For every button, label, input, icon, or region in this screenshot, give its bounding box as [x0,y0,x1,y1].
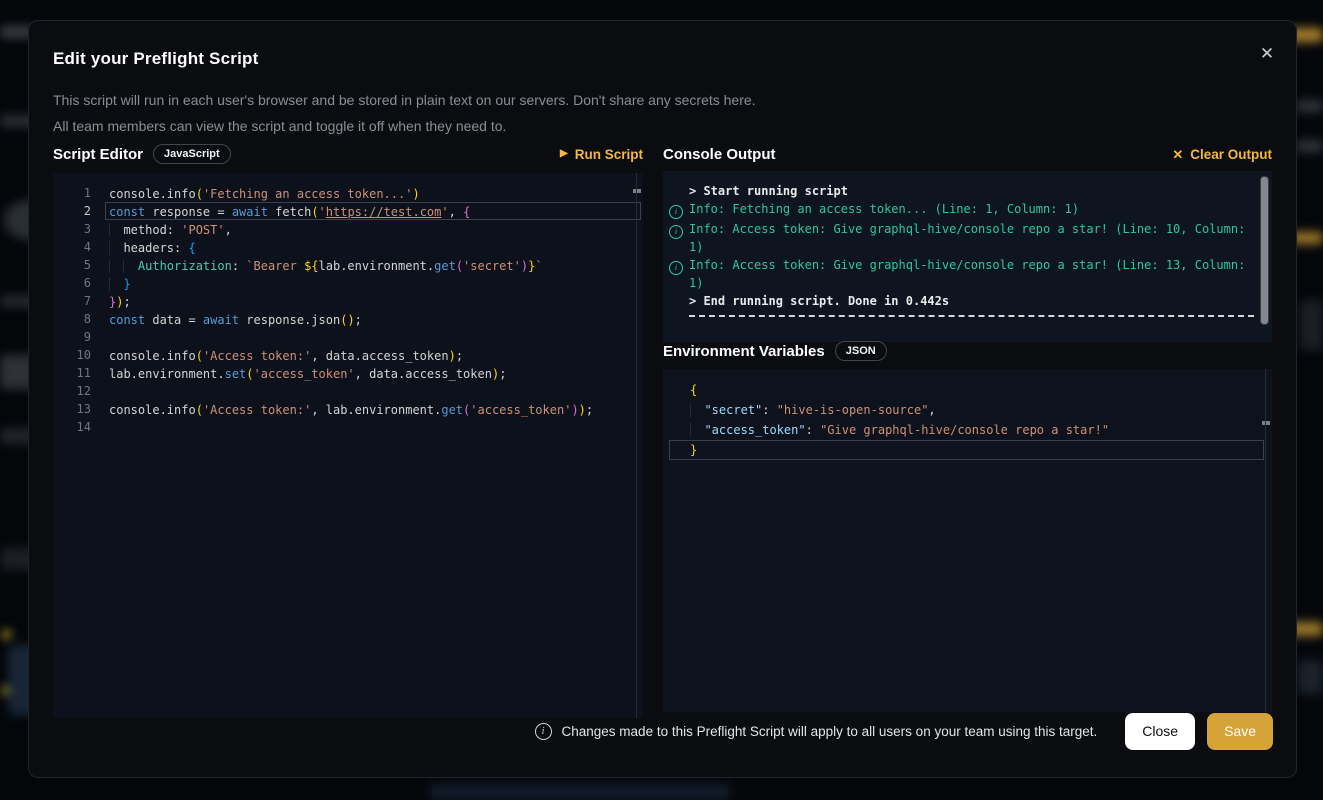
code-line[interactable]: 11lab.environment.set('access_token', da… [53,364,643,382]
backdrop-blob [2,630,11,639]
code-line[interactable]: 9 [53,328,643,346]
line-number: 4 [53,238,91,256]
console-output: > Start running scriptiInfo: Fetching an… [663,171,1272,342]
line-number: 3 [53,220,91,238]
run-script-button[interactable]: ▶ Run Script [560,147,643,162]
code-line[interactable]: 14 [53,418,643,436]
info-icon: i [669,205,683,219]
page: ✕ Edit your Preflight Script This script… [0,0,1323,800]
env-code-line[interactable]: "access_token": "Give graphql-hive/conso… [669,420,1264,440]
line-number: 8 [53,310,91,328]
overview-ruler-mark [1262,421,1270,425]
script-editor[interactable]: 1console.info('Fetching an access token.… [53,173,643,718]
code-line[interactable]: 6 } [53,274,643,292]
script-editor-title: Script Editor [53,146,143,163]
console-separator [689,315,1254,317]
environment-variables-editor[interactable]: { "secret": "hive-is-open-source", "acce… [663,369,1272,712]
info-icon: i [669,261,683,275]
code-line[interactable]: 1console.info('Fetching an access token.… [53,184,643,202]
preflight-script-modal: ✕ Edit your Preflight Script This script… [28,20,1297,778]
line-number: 1 [53,184,91,202]
backdrop-blob [1296,100,1323,112]
clear-output-label: Clear Output [1190,147,1272,162]
line-number: 5 [53,256,91,274]
close-icon[interactable]: ✕ [1256,43,1278,65]
modal-description-line1: This script will run in each user's brow… [53,87,756,113]
clear-output-button[interactable]: ✕ Clear Output [1172,147,1272,162]
backdrop-blob [430,784,730,800]
footer-note: i Changes made to this Preflight Script … [535,723,1098,740]
console-line: > Start running script [663,182,1272,200]
play-icon: ▶ [560,149,568,159]
code-line[interactable]: 4 headers: { [53,238,643,256]
line-number: 13 [53,400,91,418]
environment-variables-header: Environment Variables JSON [663,338,1272,364]
modal-description: This script will run in each user's brow… [53,87,756,139]
backdrop-blob [1298,660,1323,694]
modal-description-line2: All team members can view the script and… [53,113,756,139]
line-number: 6 [53,274,91,292]
run-script-label: Run Script [575,147,643,162]
console-output-header: Console Output ✕ Clear Output [663,141,1272,167]
code-line[interactable]: 5 Authorization: `Bearer ${lab.environme… [53,256,643,274]
code-line[interactable]: 7}); [53,292,643,310]
code-line[interactable]: 3 method: 'POST', [53,220,643,238]
line-number: 2 [53,202,91,220]
line-number: 12 [53,382,91,400]
line-number: 7 [53,292,91,310]
code-line[interactable]: 2const response = await fetch('https://t… [53,202,643,220]
info-icon: i [669,225,683,239]
close-button[interactable]: Close [1125,713,1195,750]
code-line[interactable]: 12 [53,382,643,400]
line-number: 10 [53,346,91,364]
env-code-line[interactable]: { [669,380,1264,400]
line-number: 11 [53,364,91,382]
javascript-badge: JavaScript [153,144,231,164]
save-button[interactable]: Save [1207,713,1273,750]
console-line: iInfo: Fetching an access token... (Line… [663,200,1272,220]
console-line: iInfo: Access token: Give graphql-hive/c… [663,256,1272,292]
scrollbar-track [1265,369,1266,712]
footer-note-text: Changes made to this Preflight Script wi… [562,724,1098,739]
env-code-line[interactable]: "secret": "hive-is-open-source", [669,400,1264,420]
modal-title: Edit your Preflight Script [53,49,258,69]
json-badge: JSON [835,341,887,361]
clear-x-icon: ✕ [1172,148,1183,161]
env-code-line[interactable]: } [669,440,1264,460]
line-number: 9 [53,328,91,346]
code-line[interactable]: 8const data = await response.json(); [53,310,643,328]
code-line[interactable]: 10console.info('Access token:', data.acc… [53,346,643,364]
console-output-title: Console Output [663,146,776,163]
info-icon: i [535,723,552,740]
line-number: 14 [53,418,91,436]
scrollbar-track [636,173,637,718]
environment-variables-title: Environment Variables [663,343,825,360]
backdrop-blob [1300,300,1323,350]
console-line: > End running script. Done in 0.442s [663,292,1272,310]
code-line[interactable]: 13console.info('Access token:', lab.envi… [53,400,643,418]
overview-ruler-mark [633,189,641,193]
console-line: iInfo: Access token: Give graphql-hive/c… [663,220,1272,256]
backdrop-blob [1296,140,1323,152]
modal-footer: i Changes made to this Preflight Script … [53,712,1273,750]
script-editor-header: Script Editor JavaScript ▶ Run Script [53,141,643,167]
console-scrollbar[interactable] [1260,176,1269,325]
